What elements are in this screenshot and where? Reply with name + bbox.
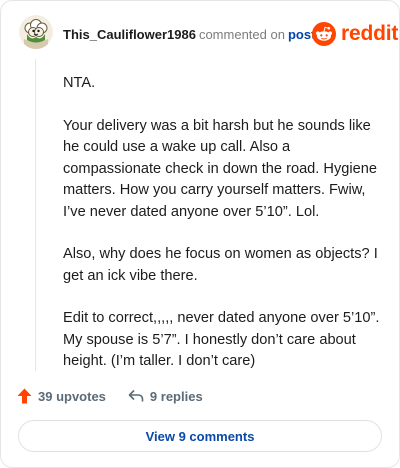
comment-body: NTA. Your delivery was a bit harsh but h… (63, 73, 383, 394)
reply-arrow-icon (128, 389, 144, 402)
replies-button[interactable]: 9 replies (128, 389, 203, 404)
comment-paragraph: Your delivery was a bit harsh but he sou… (63, 117, 377, 220)
upvote-arrow-icon (17, 388, 32, 404)
comment-header: This_Cauliflower1986 commented on post (63, 27, 315, 43)
reddit-logo: reddit (312, 22, 398, 46)
reply-count: 9 replies (149, 388, 203, 404)
upvote-count: 39 upvotes (38, 388, 106, 404)
thread-line[interactable] (35, 59, 36, 371)
cauliflower-avatar-icon (19, 15, 53, 49)
reddit-wordmark: reddit (341, 22, 399, 45)
avatar[interactable] (19, 15, 53, 49)
comment-stats: 39 upvotes 9 replies (17, 386, 203, 406)
username[interactable]: This_Cauliflower1986 (63, 27, 196, 42)
action-text: commented on (198, 27, 285, 42)
view-comments-button[interactable]: View 9 comments (18, 420, 382, 452)
comment-card: This_Cauliflower1986 commented on post red… (0, 0, 400, 468)
comment-paragraph: NTA. (63, 75, 96, 91)
upvote-button[interactable]: 39 upvotes (17, 388, 106, 404)
comment-paragraph: Also, why does he focus on women as obje… (63, 246, 378, 284)
reddit-snoo-icon (312, 22, 336, 46)
comment-paragraph: Edit to correct,,,,, never dated anyone … (63, 310, 380, 369)
